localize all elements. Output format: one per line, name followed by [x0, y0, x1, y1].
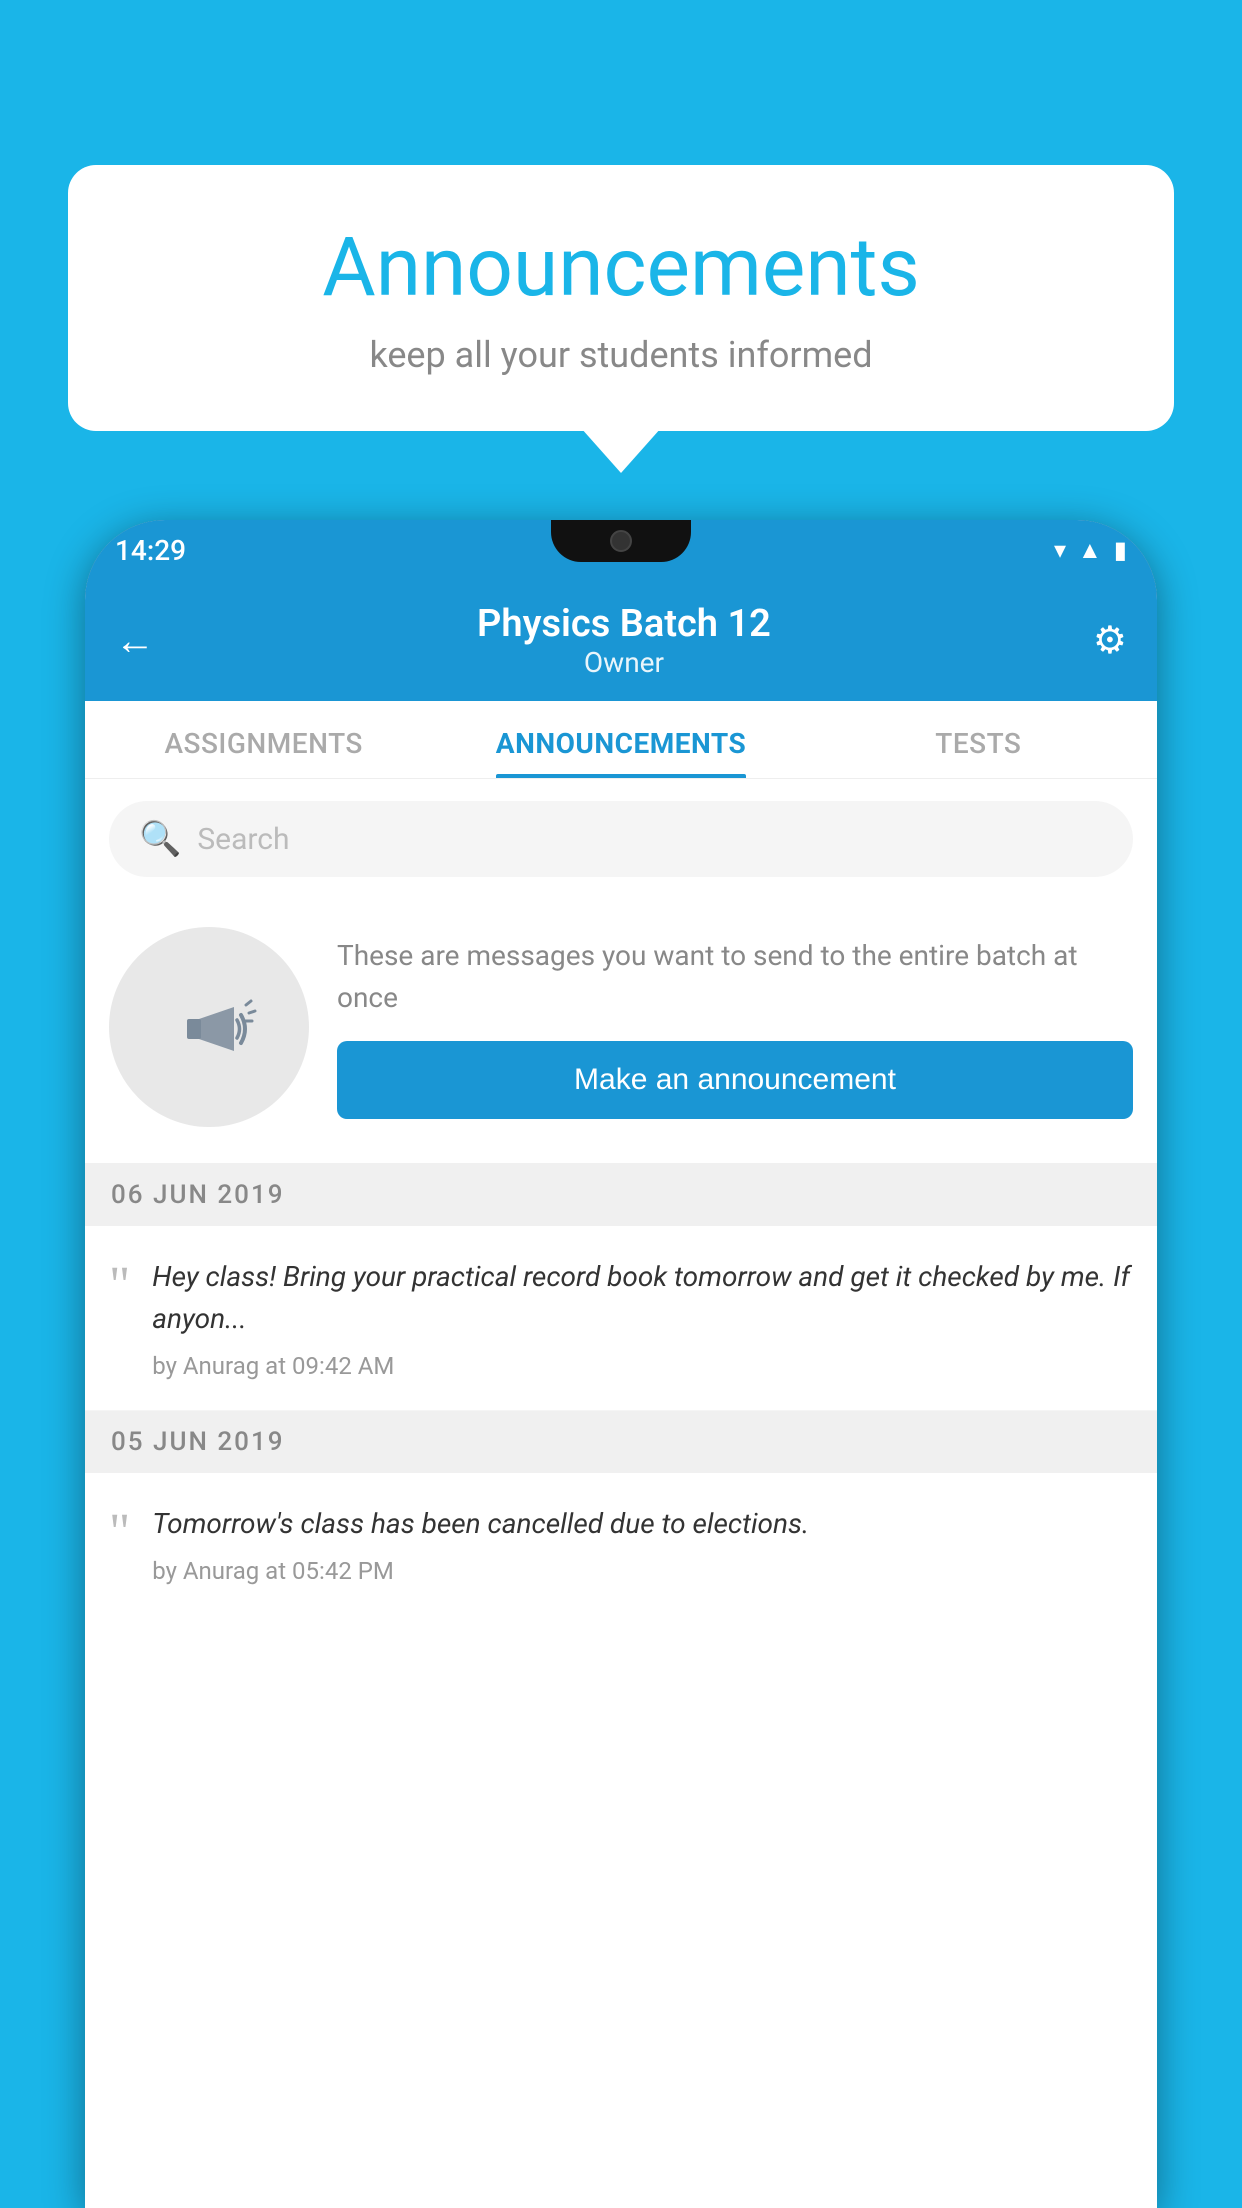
gear-icon[interactable]: ⚙ — [1093, 618, 1127, 663]
wifi-icon: ▾ — [1054, 536, 1066, 564]
search-placeholder: Search — [197, 822, 289, 857]
camera-notch — [610, 530, 632, 552]
signal-icon: ▲ — [1078, 536, 1102, 565]
speech-bubble-subtitle: keep all your students informed — [128, 334, 1114, 376]
tab-announcements[interactable]: ANNOUNCEMENTS — [442, 701, 799, 778]
tab-tests[interactable]: TESTS — [800, 701, 1157, 778]
quote-icon-2: " — [109, 1507, 130, 1585]
header-subtitle: Owner — [477, 646, 771, 679]
make-announcement-button[interactable]: Make an announcement — [337, 1041, 1133, 1119]
phone-frame: 14:29 ▾ ▲ ▮ ← Physics Batch 12 Owner ⚙ A… — [85, 520, 1157, 2208]
announcement-message-1: Hey class! Bring your practical record b… — [152, 1256, 1133, 1340]
notch — [551, 520, 691, 562]
announcement-item-2: " Tomorrow's class has been cancelled du… — [85, 1473, 1157, 1615]
announcement-author-1: by Anurag at 09:42 AM — [152, 1352, 1133, 1380]
status-time: 14:29 — [115, 534, 186, 567]
announcement-promo: These are messages you want to send to t… — [85, 899, 1157, 1164]
tab-bar: ASSIGNMENTS ANNOUNCEMENTS TESTS — [85, 701, 1157, 779]
speech-bubble-container: Announcements keep all your students inf… — [68, 165, 1174, 431]
tab-assignments[interactable]: ASSIGNMENTS — [85, 701, 442, 778]
announcement-item-1: " Hey class! Bring your practical record… — [85, 1226, 1157, 1411]
speech-bubble-title: Announcements — [128, 220, 1114, 316]
app-header: ← Physics Batch 12 Owner ⚙ — [85, 580, 1157, 701]
search-bar[interactable]: 🔍 Search — [109, 801, 1133, 877]
speech-bubble: Announcements keep all your students inf… — [68, 165, 1174, 431]
promo-icon-circle — [109, 927, 309, 1127]
announcement-author-2: by Anurag at 05:42 PM — [152, 1557, 1133, 1585]
date-separator-2: 05 JUN 2019 — [85, 1411, 1157, 1473]
status-bar: 14:29 ▾ ▲ ▮ — [85, 520, 1157, 580]
header-title: Physics Batch 12 — [477, 602, 771, 646]
search-icon: 🔍 — [139, 819, 181, 859]
announcement-message-2: Tomorrow's class has been cancelled due … — [152, 1503, 1133, 1545]
announcement-content-1: Hey class! Bring your practical record b… — [152, 1256, 1133, 1380]
promo-right: These are messages you want to send to t… — [337, 935, 1133, 1119]
phone-inner: 14:29 ▾ ▲ ▮ ← Physics Batch 12 Owner ⚙ A… — [85, 520, 1157, 2208]
status-icons: ▾ ▲ ▮ — [1054, 536, 1127, 565]
date-separator-1: 06 JUN 2019 — [85, 1164, 1157, 1226]
battery-icon: ▮ — [1114, 536, 1127, 564]
quote-icon-1: " — [109, 1260, 130, 1380]
megaphone-icon — [159, 977, 259, 1077]
content-area: 🔍 Search — [85, 779, 1157, 2208]
promo-description: These are messages you want to send to t… — [337, 935, 1133, 1019]
back-button[interactable]: ← — [115, 617, 155, 664]
announcement-content-2: Tomorrow's class has been cancelled due … — [152, 1503, 1133, 1585]
header-center: Physics Batch 12 Owner — [477, 602, 771, 679]
